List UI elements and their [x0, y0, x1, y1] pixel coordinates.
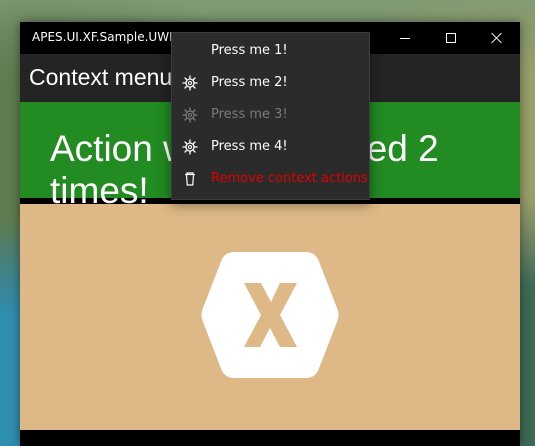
menu-item-press-me-1[interactable]: Press me 1! — [172, 35, 369, 67]
page-title: Context menu — [29, 64, 173, 90]
menu-item-press-me-4[interactable]: Press me 4! — [172, 131, 369, 163]
close-button[interactable] — [474, 22, 520, 54]
window-title: APES.UI.XF.Sample.UWP — [32, 30, 177, 44]
maximize-icon — [446, 33, 456, 43]
gear-icon — [182, 107, 198, 123]
menu-item-label: Remove context actions — [211, 171, 368, 186]
xamarin-logo-icon — [201, 252, 339, 378]
close-icon — [491, 32, 503, 44]
menu-item-press-me-3: Press me 3! — [172, 99, 369, 131]
menu-item-label: Press me 3! — [211, 107, 288, 122]
menu-item-press-me-2[interactable]: Press me 2! — [172, 67, 369, 99]
bottom-strip — [20, 430, 520, 446]
trash-icon — [185, 172, 195, 186]
menu-item-label: Press me 2! — [211, 75, 288, 90]
minimize-icon — [400, 37, 410, 39]
menu-item-label: Press me 4! — [211, 139, 288, 154]
menu-item-label: Press me 1! — [211, 43, 288, 58]
gear-icon — [182, 75, 198, 91]
gear-icon — [182, 139, 198, 155]
context-menu: Press me 1! Press me 2! Press me 3! Pres… — [171, 32, 370, 200]
minimize-button[interactable] — [382, 22, 428, 54]
context-target-area[interactable] — [20, 204, 520, 430]
maximize-button[interactable] — [428, 22, 474, 54]
menu-item-remove-context-actions[interactable]: Remove context actions — [172, 163, 369, 195]
